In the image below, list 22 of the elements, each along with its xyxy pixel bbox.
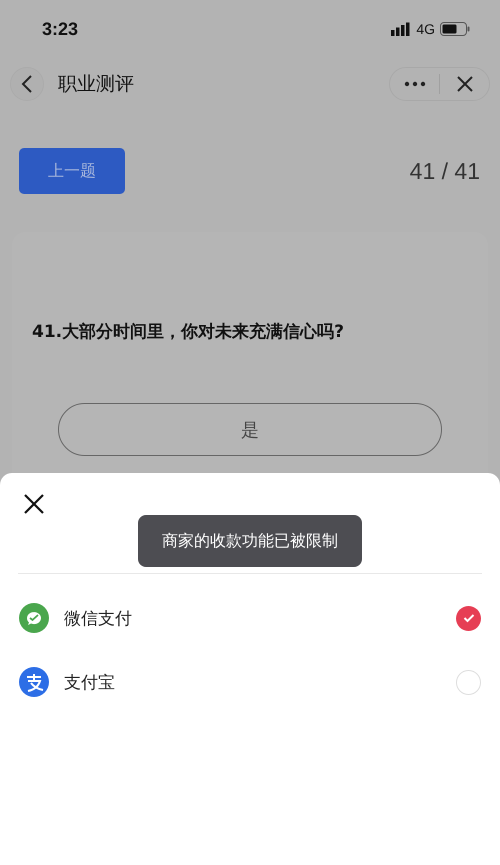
check-icon xyxy=(462,613,474,623)
question-text: 41.大部分时间里，你对未来充满信心吗? xyxy=(32,321,345,343)
previous-question-button[interactable]: 上一题 xyxy=(19,148,125,194)
answer-option[interactable]: 是 xyxy=(58,403,442,456)
page-title: 职业测评 xyxy=(58,72,134,97)
toast-message: 商家的收款功能已被限制 xyxy=(138,515,362,567)
alipay-logo-icon xyxy=(19,667,49,697)
chat-bubble-icon xyxy=(19,603,49,633)
signal-icon xyxy=(391,22,412,36)
close-icon xyxy=(456,75,474,93)
back-button[interactable] xyxy=(10,67,44,101)
payment-method-label: 支付宝 xyxy=(64,672,116,694)
more-icon xyxy=(404,81,426,87)
status-time: 3:23 xyxy=(42,18,78,40)
radio-button[interactable] xyxy=(456,670,481,694)
back-icon xyxy=(21,75,33,93)
payment-method-label: 微信支付 xyxy=(64,608,133,630)
radio-button[interactable] xyxy=(456,606,481,630)
progress-counter: 41 / 41 xyxy=(410,158,480,184)
battery-icon xyxy=(440,22,470,36)
network-label: 4G xyxy=(416,21,435,37)
close-icon xyxy=(23,493,45,515)
